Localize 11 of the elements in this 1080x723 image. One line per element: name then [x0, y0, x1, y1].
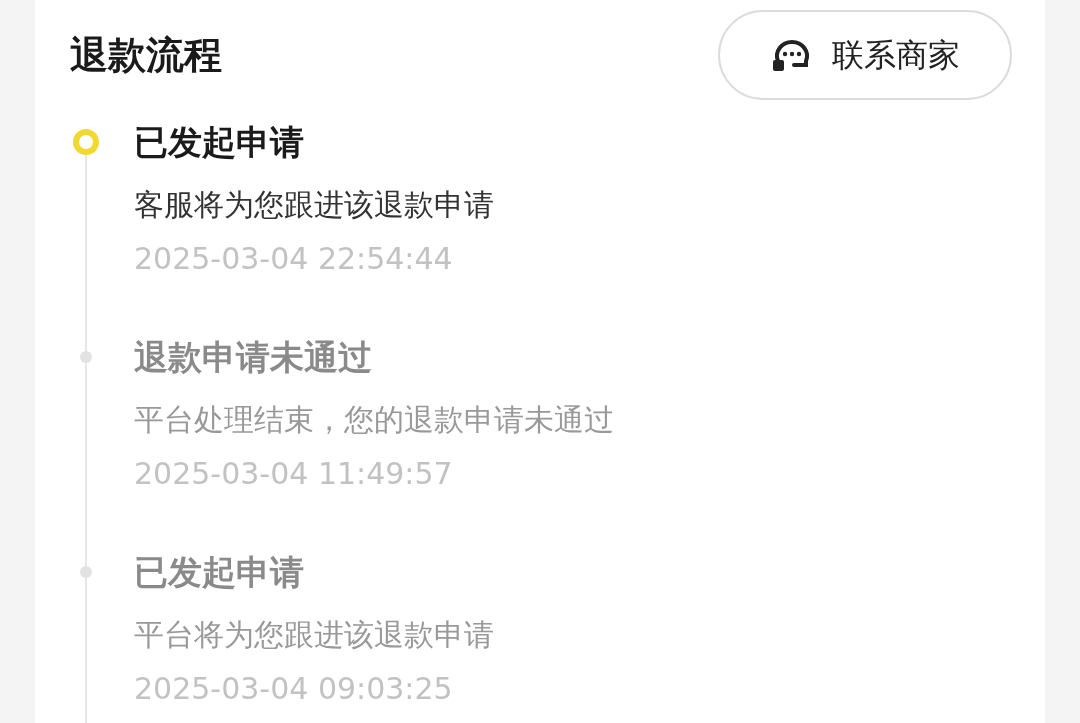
step-time: 2025-03-04 09:03:25 [134, 670, 454, 708]
step-description: 客服将为您跟进该退款申请 [134, 186, 494, 224]
contact-merchant-button[interactable]: 联系商家 [718, 10, 1012, 100]
step-title: 退款申请未通过 [134, 336, 373, 379]
step-title: 已发起申请 [134, 551, 305, 594]
step-description: 平台处理结束，您的退款申请未通过 [134, 401, 614, 439]
step-description: 平台将为您跟进该退款申请 [134, 616, 494, 654]
step-time: 2025-03-04 22:54:44 [134, 240, 454, 278]
section-title: 退款流程 [70, 31, 222, 79]
step-title: 已发起申请 [134, 121, 305, 164]
step-time: 2025-03-04 11:49:57 [134, 455, 454, 493]
